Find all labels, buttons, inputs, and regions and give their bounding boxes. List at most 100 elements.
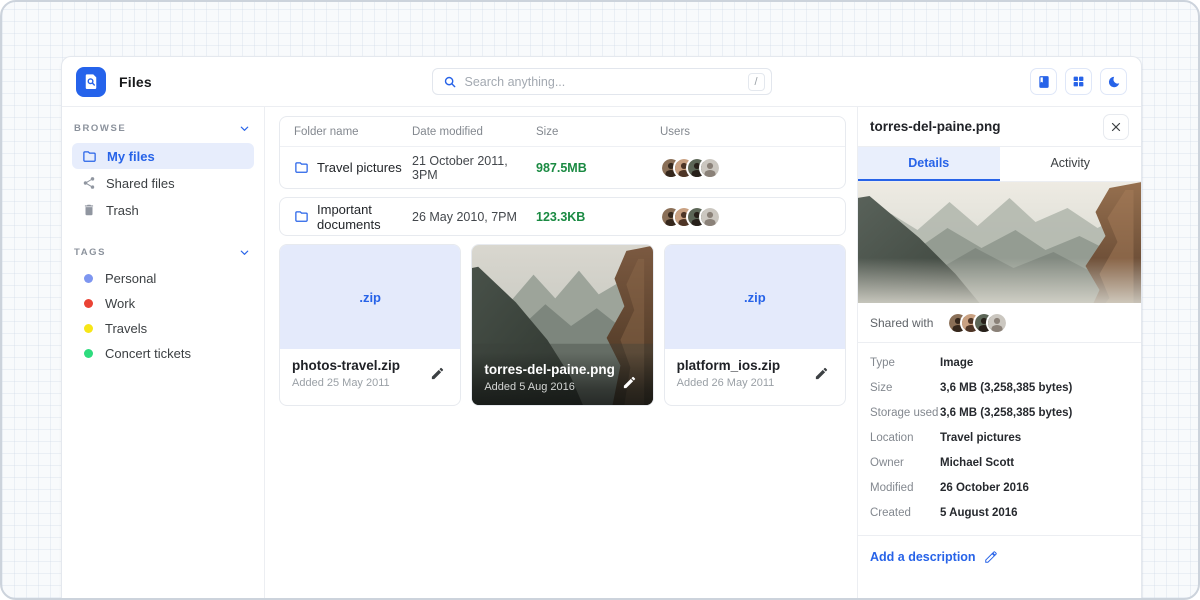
detail-row-owner: Owner Michael Scott — [870, 450, 1129, 475]
edit-file-button[interactable] — [811, 363, 833, 385]
tag-label: Concert tickets — [105, 346, 191, 361]
detail-row-modified: Modified 26 October 2016 — [870, 475, 1129, 500]
page-title: Files — [119, 74, 152, 90]
tag-label: Personal — [105, 271, 156, 286]
screenshot-frame: Files / — [0, 0, 1200, 600]
row-users-avatars — [660, 206, 831, 228]
details-panel: torres-del-paine.png Details Activity — [857, 107, 1141, 599]
app-header: Files / — [62, 57, 1141, 107]
sidebar-item-label: My files — [107, 149, 155, 164]
sidebar-item-shared-files[interactable]: Shared files — [72, 170, 254, 196]
file-card-photos-travel[interactable]: .zip photos-travel.zip Added 25 May 2011 — [279, 244, 461, 406]
shared-with-label: Shared with — [870, 316, 933, 330]
file-name: torres-del-paine.png — [484, 362, 615, 377]
app-logo — [76, 67, 106, 97]
file-preview-image — [858, 182, 1141, 303]
folder-icon — [294, 160, 309, 175]
edit-file-button[interactable] — [426, 363, 448, 385]
share-icon — [82, 176, 96, 190]
tag-personal[interactable]: Personal — [72, 266, 254, 291]
tag-label: Travels — [105, 321, 147, 336]
dark-mode-button[interactable] — [1100, 68, 1127, 95]
zip-badge: .zip — [744, 290, 766, 305]
search-bar[interactable]: / — [432, 68, 772, 95]
avatar — [699, 157, 721, 179]
tab-activity[interactable]: Activity — [1000, 147, 1142, 181]
edit-file-button[interactable] — [619, 371, 641, 393]
tags-section-header[interactable]: TAGS — [62, 237, 264, 266]
detail-row-created: Created 5 August 2016 — [870, 500, 1129, 525]
header-actions — [1030, 68, 1127, 95]
detail-row-type: Type Image — [870, 350, 1129, 375]
file-details-list: Type Image Size 3,6 MB (3,258,385 bytes)… — [858, 343, 1141, 529]
file-name: photos-travel.zip — [292, 358, 400, 373]
close-panel-button[interactable] — [1103, 114, 1129, 140]
panel-file-title: torres-del-paine.png — [870, 119, 1001, 134]
file-added-date: Added 25 May 2011 — [292, 377, 400, 389]
file-card-platform-ios[interactable]: .zip platform_ios.zip Added 26 May 2011 — [664, 244, 846, 406]
search-icon — [443, 75, 457, 89]
pencil-icon — [430, 366, 445, 381]
sidebar: BROWSE My files Shared files — [62, 107, 265, 599]
folder-icon — [82, 149, 97, 164]
tab-details[interactable]: Details — [858, 147, 1000, 181]
tag-concert-tickets[interactable]: Concert tickets — [72, 341, 254, 366]
tag-dot — [84, 349, 93, 358]
file-name: platform_ios.zip — [677, 358, 781, 373]
table-row-travel-pictures[interactable]: Travel pictures 21 October 2011, 3PM 987… — [280, 147, 845, 188]
add-description-label: Add a description — [870, 550, 976, 564]
folders-table: Folder name Date modified Size Users Tra… — [279, 116, 846, 189]
sidebar-item-label: Trash — [106, 203, 139, 218]
zip-thumbnail: .zip — [665, 245, 845, 349]
date-modified: 21 October 2011, 3PM — [412, 154, 536, 182]
folders-table-row-card: Important documents 26 May 2010, 7PM 123… — [279, 197, 846, 236]
detail-row-location: Location Travel pictures — [870, 425, 1129, 450]
file-search-icon — [82, 73, 100, 91]
trash-icon — [82, 203, 96, 217]
browse-section-header[interactable]: BROWSE — [62, 113, 264, 142]
chevron-down-icon — [239, 123, 250, 134]
library-button[interactable] — [1030, 68, 1057, 95]
pencil-icon — [814, 366, 829, 381]
browse-section-label: BROWSE — [74, 123, 126, 134]
shared-with-avatars — [947, 312, 1008, 334]
book-icon — [1037, 75, 1051, 89]
tag-dot — [84, 324, 93, 333]
file-card-torres-del-paine[interactable]: torres-del-paine.png Added 5 Aug 2016 — [471, 244, 653, 406]
table-row-important-documents[interactable]: Important documents 26 May 2010, 7PM 123… — [280, 198, 845, 235]
grid-view-button[interactable] — [1065, 68, 1092, 95]
search-shortcut-badge: / — [748, 73, 765, 91]
row-users-avatars — [660, 157, 831, 179]
folder-size: 123.3KB — [536, 210, 660, 224]
close-icon — [1110, 121, 1122, 133]
files-app-window: Files / — [61, 56, 1142, 600]
folder-icon — [294, 209, 309, 224]
table-header: Folder name Date modified Size Users — [280, 117, 845, 147]
column-header-size: Size — [536, 126, 660, 138]
add-description-button[interactable]: Add a description — [858, 536, 1141, 578]
file-added-date: Added 5 Aug 2016 — [484, 381, 615, 393]
column-header-date-modified: Date modified — [412, 126, 536, 138]
pencil-icon — [622, 375, 637, 390]
grid-icon — [1072, 75, 1085, 88]
file-added-date: Added 26 May 2011 — [677, 377, 781, 389]
tag-travels[interactable]: Travels — [72, 316, 254, 341]
column-header-folder-name: Folder name — [294, 126, 412, 138]
avatar — [986, 312, 1008, 334]
sidebar-item-trash[interactable]: Trash — [72, 197, 254, 223]
date-modified: 26 May 2010, 7PM — [412, 210, 536, 224]
folder-name: Travel pictures — [317, 160, 402, 175]
search-input[interactable] — [465, 75, 740, 89]
zip-thumbnail: .zip — [280, 245, 460, 349]
folder-size: 987.5MB — [536, 161, 660, 175]
avatar — [699, 206, 721, 228]
chevron-down-icon — [239, 247, 250, 258]
moon-icon — [1107, 75, 1121, 89]
column-header-users: Users — [660, 126, 831, 138]
tag-work[interactable]: Work — [72, 291, 254, 316]
sidebar-item-my-files[interactable]: My files — [72, 143, 254, 169]
tags-section-label: TAGS — [74, 247, 106, 258]
folder-name: Important documents — [317, 202, 412, 232]
main-content: Folder name Date modified Size Users Tra… — [265, 107, 857, 599]
detail-row-size: Size 3,6 MB (3,258,385 bytes) — [870, 375, 1129, 400]
